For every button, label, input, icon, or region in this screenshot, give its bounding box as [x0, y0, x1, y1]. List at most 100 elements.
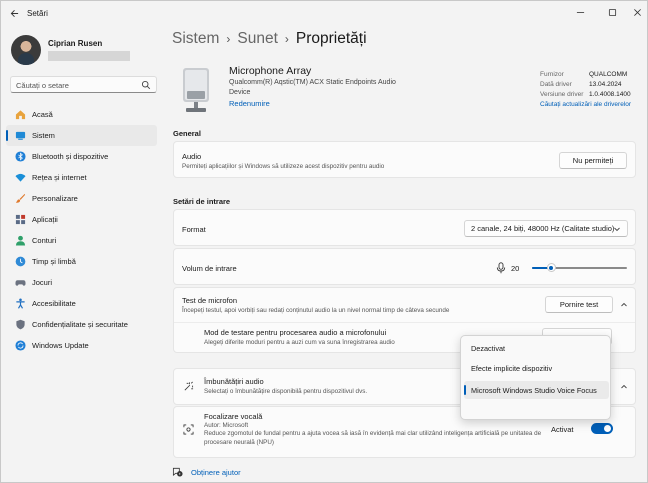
section-title-general: General [173, 129, 201, 138]
sidebar-item-label: Accesibilitate [32, 299, 76, 308]
start-test-button[interactable]: Pornire test [545, 296, 613, 313]
input-volume-value: 20 [511, 264, 520, 273]
mic-test-subtitle: Începeți testul, apoi vorbiți sau redați… [182, 307, 450, 314]
sidebar-item-system[interactable]: Sistem [6, 125, 157, 146]
section-title-input: Setări de intrare [173, 197, 231, 206]
breadcrumb-separator: › [226, 32, 231, 46]
audio-title: Audio [182, 152, 202, 161]
sparkle-wand-icon [184, 381, 194, 391]
driver-info-value: QUALCOMM [589, 71, 628, 78]
search-icon[interactable] [141, 80, 151, 90]
test-mode-subtitle: Alegeți diferite moduri pentru a auzi cu… [204, 339, 395, 346]
globe-clock-icon [15, 256, 26, 267]
driver-info-key: Dată driver [540, 81, 572, 88]
breadcrumb-system[interactable]: Sistem [172, 30, 219, 48]
rename-link[interactable]: Redenumire [229, 99, 270, 108]
get-help-link[interactable]: Obținere ajutor [191, 468, 241, 477]
maximize-button[interactable] [604, 5, 620, 19]
driver-info-key: Versiune driver [540, 91, 584, 98]
avatar[interactable] [11, 35, 41, 65]
breadcrumb: Sistem › Sunet › Proprietăți [172, 30, 367, 48]
voice-focus-title: Focalizare vocală [204, 412, 263, 421]
sidebar-item-time-language[interactable]: Timp și limbă [6, 251, 157, 272]
format-dropdown[interactable]: 2 canale, 24 biți, 48000 Hz (Calitate st… [464, 220, 628, 237]
sidebar-item-label: Bluetooth și dispozitive [32, 152, 109, 161]
menu-item-studio-voice-focus[interactable]: Microsoft Windows Studio Voice Focus [464, 381, 609, 399]
maximize-icon [608, 8, 616, 16]
sidebar-nav: Acasă Sistem Bluetooth și dispozitive Re… [6, 104, 158, 356]
menu-item-label: Efecte implicite dispozitiv [471, 364, 553, 373]
driver-info: Furnizor QUALCOMM Dată driver 13.04.2024… [540, 70, 645, 100]
sidebar: Ciprian Rusen Acasă Sistem Bluetooth și … [1, 25, 163, 482]
driver-info-value: 1.0.4008.1400 [589, 91, 631, 98]
voice-focus-toggle[interactable] [591, 423, 613, 434]
menu-item-default-effects[interactable]: Efecte implicite dispozitiv [464, 359, 609, 377]
driver-info-value: 13.04.2024 [589, 81, 622, 88]
settings-window: Setări Ciprian Rusen Acasă Sistem [0, 0, 648, 483]
voice-focus-state: Activat [551, 425, 574, 434]
apps-icon [15, 214, 26, 225]
mic-test-title: Test de microfon [182, 296, 238, 305]
voice-focus-icon [183, 424, 194, 435]
divider [174, 322, 635, 323]
back-button[interactable] [7, 6, 21, 20]
close-icon [633, 8, 641, 16]
sidebar-item-label: Personalizare [32, 194, 78, 203]
sidebar-item-accessibility[interactable]: Accesibilitate [6, 293, 157, 314]
user-email-redacted [48, 51, 130, 61]
check-driver-updates-link[interactable]: Căutați actualizări ale driverelor [540, 101, 631, 108]
sidebar-item-privacy[interactable]: Confidențialitate și securitate [6, 314, 157, 335]
sidebar-item-bluetooth[interactable]: Bluetooth și dispozitive [6, 146, 157, 167]
search-box[interactable] [10, 76, 157, 93]
format-value: 2 canale, 24 biți, 48000 Hz (Calitate st… [471, 224, 615, 233]
gamepad-icon [15, 280, 26, 286]
sidebar-item-personalization[interactable]: Personalizare [6, 188, 157, 209]
driver-info-row: Furnizor QUALCOMM [540, 70, 645, 80]
wifi-icon [15, 173, 26, 182]
shield-icon [16, 319, 25, 330]
chevron-down-icon [614, 227, 620, 232]
sidebar-item-windows-update[interactable]: Windows Update [6, 335, 157, 356]
audio-enhancements-subtitle: Selectați o îmbunătățire disponibilă pen… [204, 388, 368, 395]
sidebar-item-label: Windows Update [32, 341, 89, 350]
system-monitor-icon [15, 131, 26, 140]
bluetooth-icon [15, 151, 26, 162]
help-icon [172, 467, 183, 477]
main-content: Sistem › Sunet › Proprietăți Microphone … [163, 25, 647, 482]
search-input[interactable] [16, 80, 136, 90]
sidebar-item-label: Sistem [32, 131, 55, 140]
input-volume-card: Volum de intrare 20 [173, 248, 636, 285]
input-volume-slider-thumb[interactable] [546, 263, 556, 272]
sidebar-item-label: Confidențialitate și securitate [32, 320, 128, 329]
sidebar-item-label: Timp și limbă [32, 257, 76, 266]
microphone-icon[interactable] [496, 262, 506, 274]
microphone-device-icon [183, 68, 209, 112]
sidebar-item-apps[interactable]: Aplicații [6, 209, 157, 230]
input-volume-title: Volum de intrare [182, 264, 237, 273]
menu-item-label: Dezactivat [471, 344, 506, 353]
sidebar-item-gaming[interactable]: Jocuri [6, 272, 157, 293]
accessibility-icon [16, 298, 25, 309]
sidebar-item-home[interactable]: Acasă [6, 104, 157, 125]
sidebar-item-label: Jocuri [32, 278, 53, 287]
test-mode-dropdown-menu: Dezactivat Efecte implicite dispozitiv M… [460, 335, 611, 420]
chevron-up-icon[interactable] [620, 383, 628, 391]
sidebar-item-label: Acasă [32, 110, 53, 119]
breadcrumb-separator: › [284, 32, 289, 46]
sidebar-item-label: Aplicații [32, 215, 58, 224]
paint-brush-icon [15, 193, 26, 203]
back-arrow-icon [10, 9, 18, 17]
user-name: Ciprian Rusen [48, 39, 103, 48]
sidebar-item-accounts[interactable]: Conturi [6, 230, 157, 251]
close-button[interactable] [629, 5, 645, 19]
driver-info-row: Versiune driver 1.0.4008.1400 [540, 90, 645, 100]
minimize-icon [576, 11, 584, 13]
format-title: Format [182, 225, 206, 234]
minimize-button[interactable] [572, 5, 588, 19]
page-title: Proprietăți [295, 30, 367, 47]
breadcrumb-sound[interactable]: Sunet [237, 30, 278, 48]
chevron-up-icon[interactable] [620, 301, 628, 309]
menu-item-off[interactable]: Dezactivat [464, 339, 609, 357]
sidebar-item-network[interactable]: Rețea și internet [6, 167, 157, 188]
disallow-audio-button[interactable]: Nu permiteți [559, 152, 627, 169]
